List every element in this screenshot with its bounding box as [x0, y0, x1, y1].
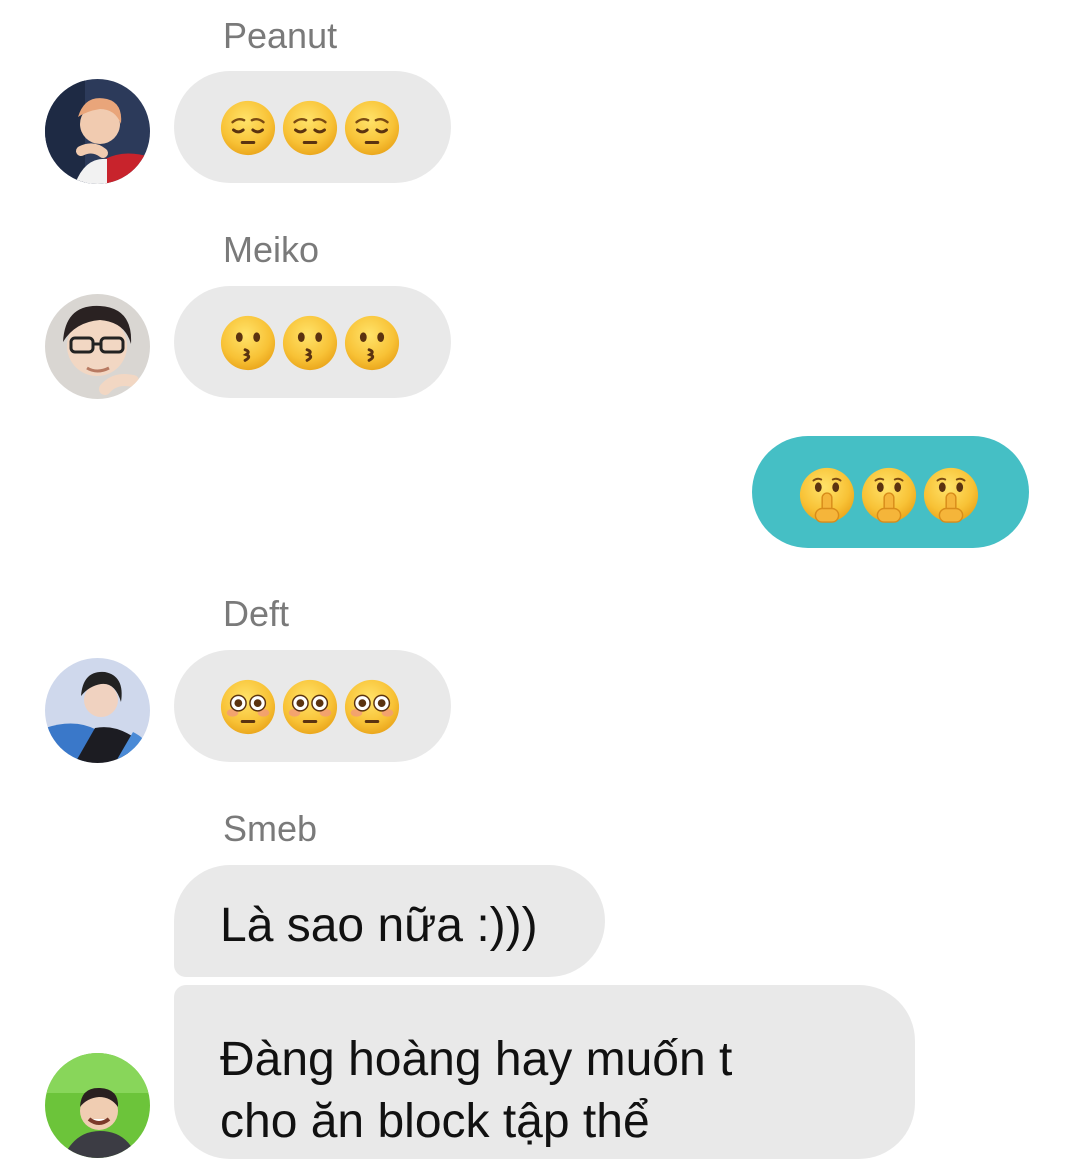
message-bubble-outgoing[interactable] — [752, 436, 1029, 548]
sender-name-meiko: Meiko — [223, 229, 320, 270]
sender-name-smeb: Smeb — [223, 808, 318, 849]
peanut-avatar[interactable] — [45, 79, 150, 184]
meiko-avatar[interactable] — [45, 294, 150, 399]
message-bubble-meiko[interactable] — [174, 286, 451, 398]
message-text: Là sao nữa :))) — [220, 899, 538, 952]
emoji-row — [219, 314, 401, 372]
flushed-face-icon — [219, 678, 277, 736]
smeb-avatar[interactable] — [45, 1053, 150, 1158]
kissing-face-icon — [281, 314, 339, 372]
emoji-row — [798, 466, 980, 524]
deft-avatar[interactable] — [45, 658, 150, 763]
pensive-face-icon — [219, 99, 277, 157]
pensive-face-icon — [343, 99, 401, 157]
emoji-row — [219, 678, 401, 736]
message-bubble-smeb-2[interactable]: Đàng hoàng hay muốn t cho ăn block tập t… — [174, 985, 915, 1159]
kissing-face-icon — [343, 314, 401, 372]
flushed-face-icon — [343, 678, 401, 736]
flushed-face-icon — [281, 678, 339, 736]
message-bubble-peanut[interactable] — [174, 71, 451, 183]
message-text: Đàng hoàng hay muốn t cho ăn block tập t… — [220, 1033, 733, 1148]
kissing-face-icon — [219, 314, 277, 372]
message-bubble-smeb-1[interactable]: Là sao nữa :))) — [174, 865, 605, 977]
message-bubble-deft[interactable] — [174, 650, 451, 762]
pensive-face-icon — [281, 99, 339, 157]
sender-name-peanut: Peanut — [223, 15, 338, 56]
shushing-face-icon — [922, 466, 980, 524]
shushing-face-icon — [798, 466, 856, 524]
emoji-row — [219, 99, 401, 157]
sender-name-deft: Deft — [223, 593, 290, 634]
shushing-face-icon — [860, 466, 918, 524]
